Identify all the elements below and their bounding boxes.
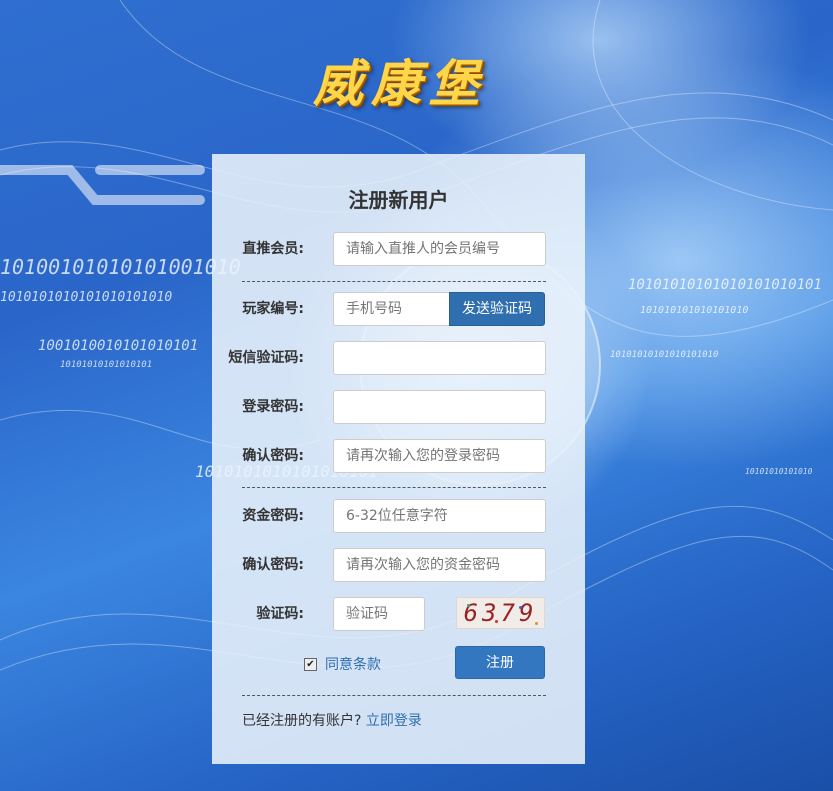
player-id-label: 玩家编号: — [242, 301, 304, 317]
login-link[interactable]: 立即登录 — [366, 713, 422, 729]
agree-terms-link[interactable]: 同意条款 — [325, 654, 381, 674]
captcha-text: 6379 — [463, 599, 538, 627]
sms-code-input[interactable] — [333, 341, 546, 375]
captcha-noise — [467, 604, 470, 607]
binary-text: 1001010010101010101 — [38, 338, 199, 354]
binary-text: 101010101010101010 — [640, 305, 749, 316]
captcha-noise — [535, 622, 538, 625]
site-logo: 威康堡 — [313, 54, 487, 113]
login-prompt-text: 已经注册的有账户? — [242, 713, 362, 729]
captcha-label: 验证码: — [256, 606, 304, 622]
referrer-input[interactable] — [333, 232, 546, 266]
sms-code-label: 短信验证码: — [228, 350, 304, 366]
confirm-fund-password-input[interactable] — [333, 548, 546, 582]
fund-password-input[interactable] — [333, 499, 546, 533]
binary-text: 10101010101010 — [745, 467, 813, 476]
confirm-fund-password-label: 确认密码: — [242, 557, 304, 573]
send-code-button[interactable]: 发送验证码 — [449, 292, 545, 326]
divider — [242, 487, 546, 488]
register-button[interactable]: 注册 — [455, 646, 545, 679]
page-title: 注册新用户 — [348, 188, 449, 212]
fund-password-label: 资金密码: — [242, 508, 304, 524]
captcha-noise — [495, 620, 498, 623]
confirm-login-password-input[interactable] — [333, 439, 546, 473]
captcha-noise — [519, 606, 522, 609]
login-password-input[interactable] — [333, 390, 546, 424]
binary-text: 10101010101010101010 — [610, 350, 719, 360]
phone-input[interactable] — [333, 292, 451, 326]
confirm-login-password-label: 确认密码: — [242, 448, 304, 464]
binary-text: 10100101010101001010 — [0, 255, 241, 279]
referrer-label: 直推会员: — [242, 241, 304, 257]
login-password-label: 登录密码: — [242, 399, 304, 415]
binary-text: 1010101010101010101010 — [0, 290, 173, 305]
register-panel: 注册新用户 直推会员: 玩家编号: 发送验证码 短信验证码: 登录密码: 确认密… — [212, 154, 585, 764]
divider — [242, 695, 546, 696]
login-prompt: 已经注册的有账户? 立即登录 — [242, 710, 422, 730]
binary-text: 10101010101010101010101 — [628, 277, 822, 293]
captcha-image[interactable]: 6379 — [456, 597, 545, 629]
binary-text: 10101010101010101 — [60, 360, 153, 370]
agree-terms[interactable]: ✔ 同意条款 — [304, 654, 381, 674]
captcha-input[interactable] — [333, 597, 425, 631]
divider — [242, 281, 546, 282]
agree-checkbox[interactable]: ✔ — [304, 657, 317, 671]
